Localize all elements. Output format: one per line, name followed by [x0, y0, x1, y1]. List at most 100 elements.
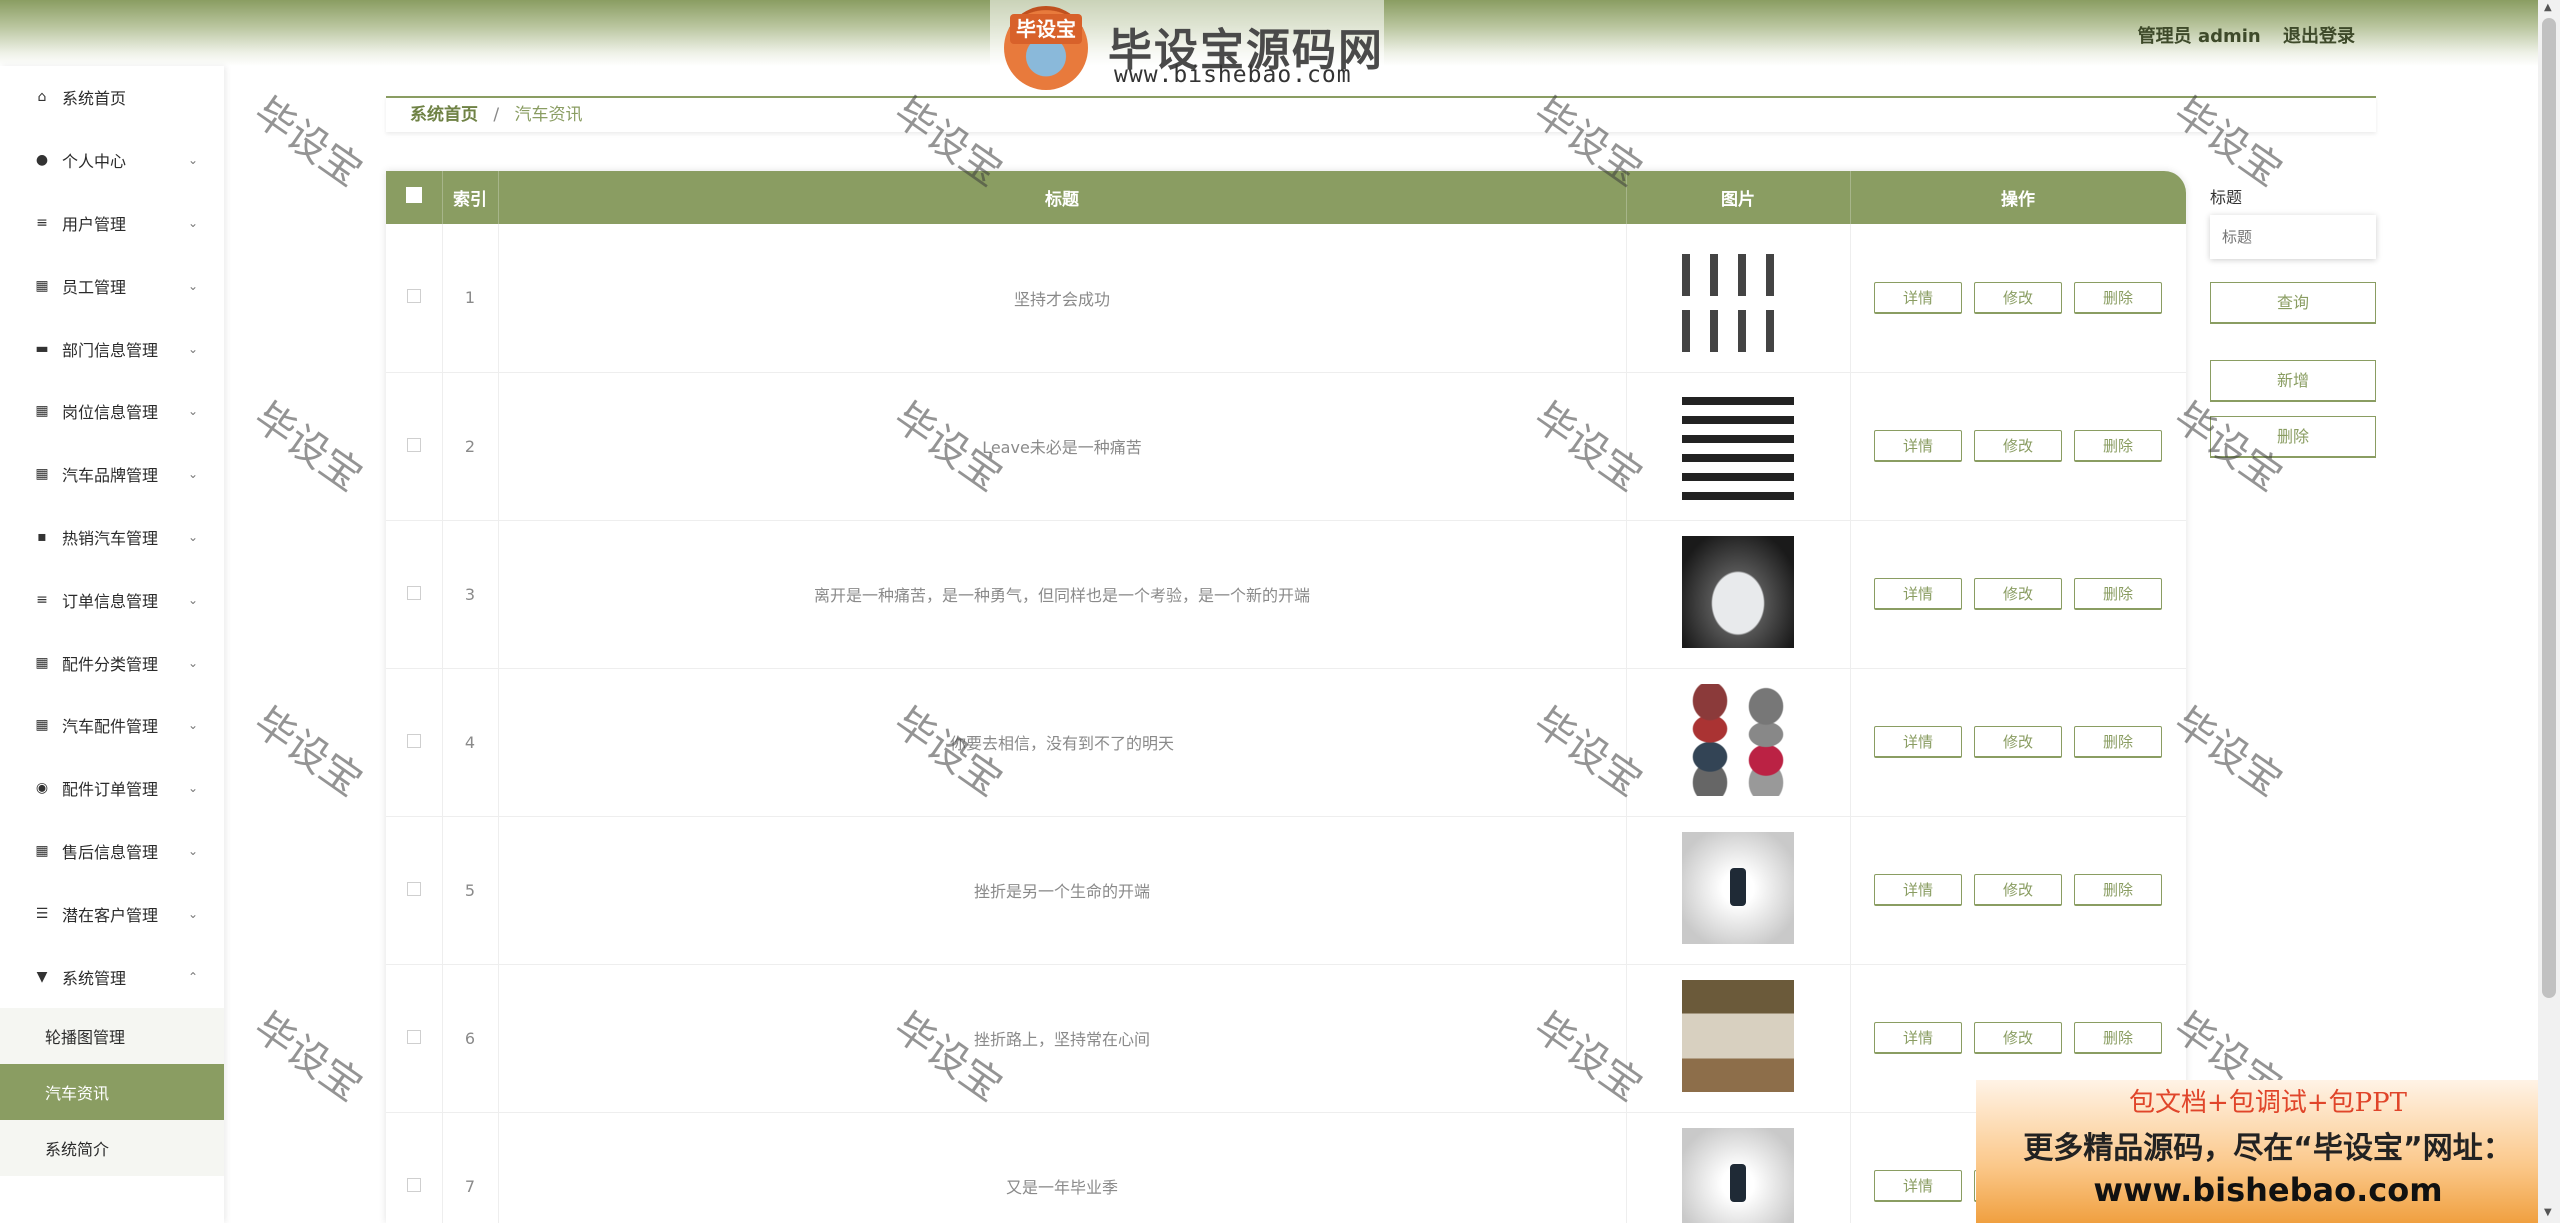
promo-banner: 包文档+包调试+包PPT 更多精品源码，尽在“毕设宝”网址： www.bishe… [1976, 1080, 2560, 1223]
select-all-checkbox-cell[interactable] [386, 171, 443, 224]
sidebar-item[interactable]: ▦ 员工管理 ⌄ [0, 254, 224, 317]
row-checkbox[interactable] [406, 881, 421, 896]
scroll-thumb[interactable] [2542, 18, 2556, 998]
logout-link[interactable]: 退出登录 [2283, 26, 2355, 47]
sidebar-item-label: 岗位信息管理 [62, 403, 159, 423]
row-checkbox[interactable] [406, 1029, 421, 1044]
sidebar-item-label: 员工管理 [62, 277, 127, 297]
detail-button[interactable]: 详情 [1874, 726, 1962, 758]
sidebar-subitem[interactable]: 系统简介 [0, 1120, 224, 1176]
chevron-icon: ⌄ [187, 906, 198, 921]
batch-delete-button[interactable]: 删除 [2210, 416, 2376, 458]
delete-button[interactable]: 删除 [2074, 281, 2162, 314]
sidebar-item[interactable]: ⌂ 系统首页 [0, 66, 224, 129]
row-checkbox[interactable] [406, 733, 421, 748]
row-image[interactable] [1682, 536, 1794, 648]
row-checkbox-cell[interactable] [386, 668, 443, 817]
news-table: 索引 标题 图片 操作 1 坚持才会成功 详情 修改 删除 2 Leave未必是一种痛苦 详情… [386, 171, 2186, 1223]
sidebar-submenu-system: 轮播图管理 汽车资讯 系统简介 [0, 1007, 224, 1176]
edit-button[interactable]: 修改 [1974, 578, 2062, 610]
sidebar-item[interactable]: ● 个人中心 ⌄ [0, 129, 224, 192]
chevron-icon: ⌄ [187, 404, 198, 419]
scroll-down-icon[interactable]: ▼ [2544, 1208, 2554, 1218]
row-title: Leave未必是一种痛苦 [498, 372, 1627, 521]
sidebar-item[interactable]: ▬ 部门信息管理 ⌄ [0, 317, 224, 380]
column-header-actions: 操作 [1850, 171, 2186, 224]
sidebar-item[interactable]: ▪ 热销汽车管理 ⌄ [0, 506, 224, 569]
page-scrollbar[interactable]: ▲ ▼ [2538, 0, 2560, 1223]
scroll-up-icon[interactable]: ▲ [2544, 3, 2554, 13]
row-image-cell [1626, 964, 1851, 1113]
row-image[interactable] [1682, 980, 1794, 1092]
table-row: 7又是一年毕业季详情修改删除 [386, 1112, 2186, 1223]
row-image-cell [1626, 1112, 1851, 1223]
row-checkbox-cell[interactable] [386, 816, 443, 965]
sidebar-item[interactable]: ≡ 订单信息管理 ⌄ [0, 568, 224, 631]
delete-button[interactable]: 删除 [2074, 1022, 2162, 1054]
edit-button[interactable]: 修改 [1974, 430, 2062, 462]
delete-button[interactable]: 删除 [2074, 578, 2162, 610]
row-index: 7 [442, 1112, 499, 1223]
row-checkbox[interactable] [406, 437, 421, 452]
row-checkbox[interactable] [406, 1177, 421, 1192]
delete-button[interactable]: 删除 [2074, 430, 2162, 462]
sidebar-item-label: 潜在客户管理 [62, 905, 159, 925]
select-all-checkbox[interactable] [405, 187, 422, 203]
row-image[interactable] [1682, 832, 1794, 944]
sidebar-item[interactable]: ▼ 系统管理 ⌃ [0, 945, 224, 1008]
grid-icon: ▦ [35, 717, 49, 734]
row-image-cell [1626, 520, 1851, 669]
detail-button[interactable]: 详情 [1874, 281, 1962, 314]
sidebar-item[interactable]: ≡ 用户管理 ⌄ [0, 192, 224, 255]
row-image-cell [1626, 372, 1851, 521]
row-checkbox[interactable] [406, 289, 421, 304]
delete-button[interactable]: 删除 [2074, 726, 2162, 758]
row-checkbox-cell[interactable] [386, 224, 443, 373]
sidebar-subitem[interactable]: 汽车资讯 [0, 1063, 224, 1120]
watermark-text: 毕设宝 [245, 89, 371, 196]
list-icon: ≡ [36, 214, 48, 231]
watermark-text: 毕设宝 [245, 1004, 371, 1111]
row-image[interactable] [1682, 1128, 1794, 1223]
detail-button[interactable]: 详情 [1874, 874, 1962, 906]
sidebar-item-label: 售后信息管理 [62, 842, 159, 862]
sidebar-item[interactable]: ▦ 配件分类管理 ⌄ [0, 631, 224, 694]
sidebar-item[interactable]: ▦ 售后信息管理 ⌄ [0, 820, 224, 883]
breadcrumb-home[interactable]: 系统首页 [410, 105, 478, 125]
detail-button[interactable]: 详情 [1874, 430, 1962, 462]
row-image[interactable] [1682, 239, 1794, 352]
add-button[interactable]: 新增 [2210, 360, 2376, 402]
delete-button[interactable]: 删除 [2074, 874, 2162, 906]
row-index: 3 [442, 520, 499, 669]
row-checkbox-cell[interactable] [386, 1112, 443, 1223]
edit-button[interactable]: 修改 [1974, 281, 2062, 314]
sidebar-item[interactable]: ▦ 汽车品牌管理 ⌄ [0, 443, 224, 506]
sidebar-item[interactable]: ☰ 潜在客户管理 ⌄ [0, 882, 224, 945]
sidebar-item[interactable]: ▦ 汽车配件管理 ⌄ [0, 694, 224, 757]
sidebar-item[interactable]: ◉ 配件订单管理 ⌄ [0, 757, 224, 820]
edit-button[interactable]: 修改 [1974, 874, 2062, 906]
watermark-logo: 毕设宝 毕设宝源码网 www.bishebao.com [990, 0, 1384, 96]
detail-button[interactable]: 详情 [1874, 1022, 1962, 1054]
edit-button[interactable]: 修改 [1974, 726, 2062, 758]
sidebar-item-label: 配件分类管理 [62, 654, 159, 674]
sidebar-item-label: 汽车配件管理 [62, 717, 159, 737]
row-image[interactable] [1682, 388, 1794, 500]
promo-line-3: www.bishebao.com [2093, 1171, 2443, 1209]
edit-button[interactable]: 修改 [1974, 1022, 2062, 1054]
query-button[interactable]: 查询 [2210, 282, 2376, 324]
row-checkbox-cell[interactable] [386, 520, 443, 669]
detail-button[interactable]: 详情 [1874, 578, 1962, 610]
row-checkbox-cell[interactable] [386, 964, 443, 1113]
row-checkbox-cell[interactable] [386, 372, 443, 521]
row-image-cell [1626, 816, 1851, 965]
sidebar-item-label: 汽车品牌管理 [62, 466, 159, 486]
detail-button[interactable]: 详情 [1874, 1170, 1962, 1202]
grid-icon: ▦ [35, 466, 49, 483]
row-actions: 详情修改删除 [1850, 668, 2186, 817]
search-title-input[interactable] [2210, 215, 2376, 259]
sidebar-subitem[interactable]: 轮播图管理 [0, 1008, 224, 1064]
row-checkbox[interactable] [406, 585, 421, 600]
row-image[interactable] [1682, 684, 1794, 796]
sidebar-item[interactable]: ▦ 岗位信息管理 ⌄ [0, 380, 224, 443]
